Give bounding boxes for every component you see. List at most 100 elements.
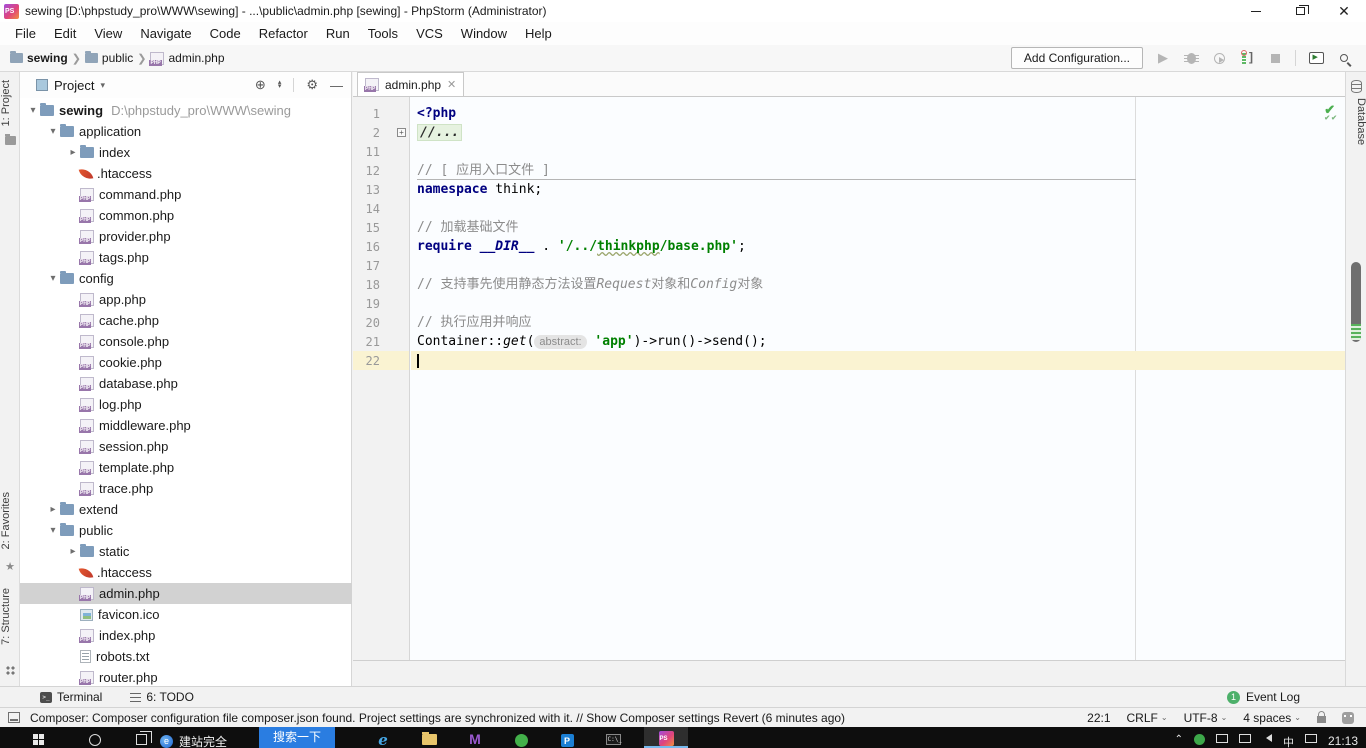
taskbar-cmd-button[interactable]: C:\_ [598,727,628,748]
gutter-line-16[interactable]: 16 [353,237,409,256]
tool-tab-database[interactable]: Database [1346,98,1366,145]
collapse-all-icon[interactable]: ▴ ▾ [278,79,282,90]
run-with-coverage-icon[interactable] [1211,50,1227,66]
tree-item-public[interactable]: ▾ public [20,520,352,541]
ime-indicator[interactable]: 中 [1283,734,1294,748]
code-line-19[interactable] [411,294,1345,313]
chevron-right-icon[interactable]: ▸ [46,504,60,515]
tree-item-index-php[interactable]: index.php [20,625,352,646]
fold-expand-icon[interactable]: + [397,128,406,137]
inspections-ok-icon[interactable]: ✔ ✔✔ [1324,102,1338,122]
tree-item-command-php[interactable]: command.php [20,184,352,205]
line-ending-selector[interactable]: CRLF ⌄ [1127,711,1168,725]
tree-item-favicon-ico[interactable]: favicon.ico [20,604,352,625]
locate-file-icon[interactable]: ⊕ [255,77,266,93]
ide-status-icon[interactable] [1342,711,1354,724]
menu-vcs[interactable]: VCS [407,24,452,43]
code-line-1[interactable]: <?php [411,104,1345,123]
taskbar-blue-app-button[interactable]: P [552,727,582,748]
run-icon[interactable]: ▶ [1155,50,1171,66]
tray-expand-icon[interactable]: ⌃ [1175,734,1183,745]
chevron-down-icon[interactable]: ▾ [46,126,60,137]
code-line-16[interactable]: require __DIR__ . '/../thinkphp/base.php… [411,237,1345,256]
menu-file[interactable]: File [6,24,45,43]
gutter-line-2[interactable]: 2 + [353,123,409,142]
gutter-line-11[interactable]: 11 [353,142,409,161]
tray-green-icon[interactable] [1193,734,1205,745]
chevron-down-icon[interactable]: ▾ [46,273,60,284]
tree-item-console-php[interactable]: console.php [20,331,352,352]
tree-item-log-php[interactable]: log.php [20,394,352,415]
action-center-icon[interactable] [1304,734,1317,743]
hide-panel-icon[interactable]: — [330,78,343,93]
code-line-15[interactable]: // 加载基础文件 [411,218,1345,237]
task-view-button[interactable] [126,727,156,748]
tree-item-common-php[interactable]: common.php [20,205,352,226]
gutter-line-19[interactable]: 19 [353,294,409,313]
tab-admin-php[interactable]: admin.php ✕ [357,72,465,96]
tree-item-database-php[interactable]: database.php [20,373,352,394]
gutter-line-18[interactable]: 18 [353,275,409,294]
stop-icon[interactable] [1267,50,1283,66]
debug-icon[interactable] [1183,50,1199,66]
taskbar-explorer-button[interactable] [414,727,444,748]
gutter-line-15[interactable]: 15 [353,218,409,237]
tool-tab-project[interactable]: 1: Project [0,80,20,126]
add-configuration-button[interactable]: Add Configuration... [1010,47,1143,69]
breadcrumb-item[interactable]: sewing [27,51,68,65]
gutter-line-14[interactable]: 14 [353,199,409,218]
chevron-down-icon[interactable]: ▾ [46,525,60,536]
tool-tab-favorites[interactable]: 2: Favorites [0,492,20,549]
code-area[interactable]: <?php //... // [ 应用入口文件 ] namespace think; /… [411,97,1345,660]
toolwindow-dock-icon[interactable] [8,712,20,723]
tree-item-static[interactable]: ▸ static [20,541,352,562]
project-tool-icon[interactable] [0,134,20,145]
terminal-button[interactable]: >_ Terminal [40,690,102,704]
search-widget[interactable]: e 建站完全 搜索一下 [160,727,336,748]
gutter-line-13[interactable]: 13 [353,180,409,199]
taskbar-phpstorm-button[interactable]: PS [644,727,688,748]
tree-item-tags-php[interactable]: tags.php [20,247,352,268]
gutter-line-12[interactable]: 12 [353,161,409,180]
tree-item-config[interactable]: ▾ config [20,268,352,289]
start-button[interactable] [24,727,54,748]
close-tab-icon[interactable]: ✕ [447,78,456,91]
taskbar-green-app-button[interactable] [506,727,536,748]
chevron-down-icon[interactable]: ▾ [26,105,40,116]
cortana-search-button[interactable] [80,727,110,748]
gutter-line-22[interactable]: 22 [353,351,409,370]
minimize-button[interactable] [1234,0,1278,22]
code-line-21[interactable]: Container::get(abstract: 'app')->run()->… [411,332,1345,351]
gear-icon[interactable]: ⚙ [306,77,318,93]
close-button[interactable]: ✕ [1322,0,1366,22]
status-message[interactable]: Composer: Composer configuration file co… [30,711,845,725]
folded-region[interactable]: //... [417,124,463,141]
caret-position[interactable]: 22:1 [1087,711,1110,725]
display-icon[interactable] [1238,734,1251,743]
restore-button[interactable] [1278,0,1322,22]
tree-item-app-php[interactable]: app.php [20,289,352,310]
tree-item-application[interactable]: ▾ application [20,121,352,142]
keyboard-icon[interactable] [1215,734,1228,743]
menu-edit[interactable]: Edit [45,24,85,43]
tree-item-admin-php[interactable]: admin.php [20,583,352,604]
breadcrumb-item[interactable]: public [102,51,133,65]
todo-button[interactable]: 6: TODO [130,690,194,704]
chevron-right-icon[interactable]: ▸ [66,546,80,557]
taskbar-ie-button[interactable]: e [368,727,398,748]
tree-item--htaccess[interactable]: .htaccess [20,163,352,184]
database-tool-icon[interactable] [1346,80,1366,93]
tree-item-robots-txt[interactable]: robots.txt [20,646,352,667]
tree-item-middleware-php[interactable]: middleware.php [20,415,352,436]
tree-item-trace-php[interactable]: trace.php [20,478,352,499]
code-line-17[interactable] [411,256,1345,275]
tree-item-sewing[interactable]: ▾ sewing D:\phpstudy_pro\WWW\sewing [20,100,352,121]
taskbar-clock[interactable]: 21:13 [1328,734,1358,748]
tree-item-cookie-php[interactable]: cookie.php [20,352,352,373]
encoding-selector[interactable]: UTF-8 ⌄ [1184,711,1228,725]
code-line-22[interactable] [411,351,1345,370]
menu-view[interactable]: View [85,24,131,43]
menu-window[interactable]: Window [452,24,516,43]
code-line-12[interactable]: // [ 应用入口文件 ] [411,161,1345,180]
tree-item-cache-php[interactable]: cache.php [20,310,352,331]
